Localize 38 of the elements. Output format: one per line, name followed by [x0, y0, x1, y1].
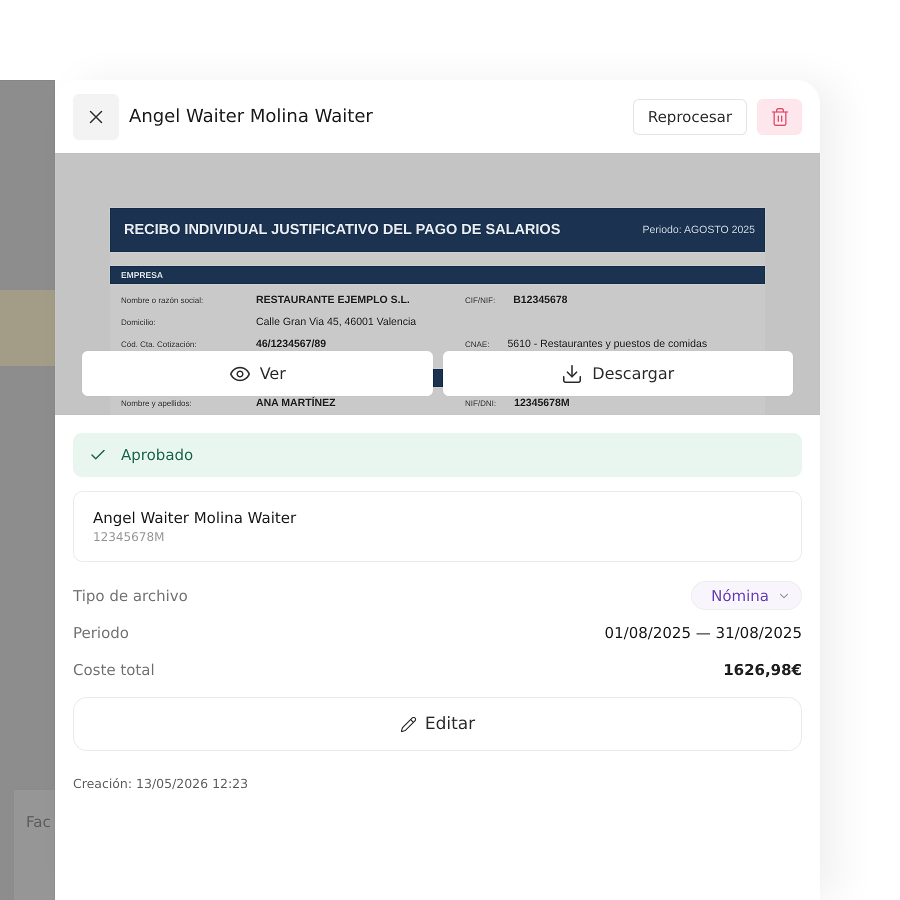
creation-date: Creación: 13/05/2026 12:23: [73, 776, 250, 791]
document-label: Nombre y apellidos:: [121, 398, 193, 408]
file-type-select[interactable]: Nómina: [691, 581, 802, 610]
employee-id: 12345678M: [93, 530, 166, 544]
trash-icon: [770, 106, 790, 126]
employee-name: Angel Waiter Molina Waiter: [93, 509, 298, 527]
field-value: 1626,98€: [723, 660, 802, 678]
document-label: NIF/DNI:: [465, 398, 496, 408]
document-value: 46/1234567/89: [256, 338, 328, 350]
field-label: Tipo de archivo: [73, 586, 188, 604]
delete-button[interactable]: [757, 98, 802, 134]
panel-title: Angel Waiter Molina Waiter: [129, 106, 374, 127]
document-value: Calle Gran Via 45, 46001 Valencia: [256, 316, 418, 328]
status-label: Aprobado: [121, 446, 194, 464]
document-value: B12345678: [513, 294, 568, 306]
field-value: 01/08/2025 — 31/08/2025: [604, 624, 802, 642]
reprocess-button[interactable]: Reprocesar: [632, 98, 747, 134]
section-heading: EMPRESA: [121, 270, 164, 280]
document-label: CNAE:: [465, 340, 490, 348]
download-button[interactable]: Descargar: [442, 351, 793, 396]
document-period: Periodo: AGOSTO 2025: [642, 224, 755, 236]
background-card-text: Fac: [26, 813, 51, 831]
document-label: Nombre o razón social:: [121, 296, 204, 304]
field-label: Periodo: [73, 624, 129, 642]
close-button[interactable]: [73, 94, 119, 140]
edit-button[interactable]: Editar: [73, 697, 802, 751]
document-label: CIF/NIF:: [465, 296, 496, 304]
field-label: Coste total: [73, 660, 155, 678]
document-label: Cód. Cta. Cotización:: [121, 340, 198, 348]
document-title: RECIBO INDIVIDUAL JUSTIFICATIVO DEL PAGO DE SALARIOS: [124, 222, 560, 238]
document-label: Domicilio:: [121, 318, 157, 326]
pencil-icon: [400, 716, 417, 732]
document-value: RESTAURANTE EJEMPLO S.L.: [256, 294, 411, 306]
document-value: 12345678M: [514, 397, 570, 409]
document-value: 5610 - Restaurantes y puestos de comidas: [507, 338, 708, 350]
view-button[interactable]: Ver: [82, 351, 432, 396]
download-icon: [561, 362, 584, 384]
document-value: ANA MARTÍNEZ: [256, 397, 337, 409]
